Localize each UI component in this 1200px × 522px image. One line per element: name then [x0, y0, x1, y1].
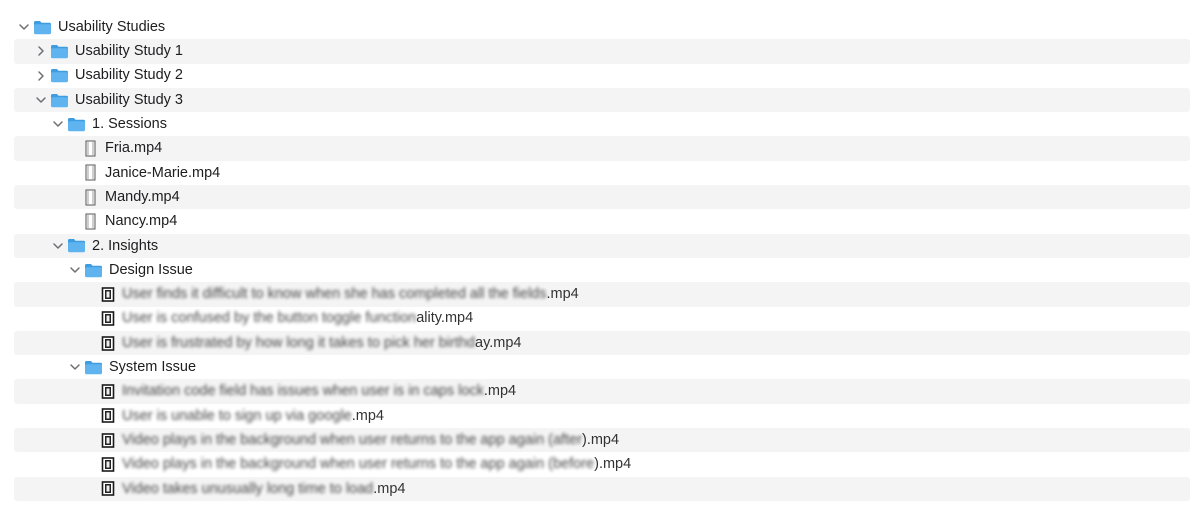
folder-label: System Issue: [109, 359, 197, 376]
file-label: Video plays in the background when user …: [122, 433, 619, 448]
redacted-filename-text: User is confused by the button toggle fu…: [122, 310, 417, 327]
file-label: Invitation code field has issues when us…: [122, 384, 516, 399]
folder-label: Usability Studies: [58, 18, 166, 35]
file-row[interactable]: Janice-Marie.mp4: [14, 161, 1190, 185]
folder-row[interactable]: Usability Study 1: [14, 39, 1190, 64]
file-row[interactable]: Fria.mp4: [14, 136, 1190, 161]
chevron-down-icon[interactable]: [67, 262, 83, 278]
chevron-down-icon[interactable]: [50, 238, 66, 254]
folder-label: Design Issue: [109, 261, 193, 278]
folder-icon: [67, 117, 86, 132]
video-thumbnail-icon: [101, 383, 115, 400]
file-tree: Usability Studies Usability Study 1 Usabil…: [14, 15, 1190, 501]
redacted-filename-text: Video plays in the background when user …: [122, 431, 582, 448]
chevron-down-icon[interactable]: [67, 359, 83, 375]
video-thumbnail-icon: [101, 456, 115, 473]
folder-icon: [67, 238, 86, 253]
redacted-filename-text: Video plays in the background when user …: [122, 456, 595, 473]
folder-icon: [33, 20, 52, 35]
folder-row[interactable]: 2. Insights: [14, 233, 1190, 258]
folder-row[interactable]: Design Issue: [14, 258, 1190, 282]
video-file-icon: [84, 213, 98, 230]
file-row[interactable]: Nancy.mp4: [14, 209, 1190, 233]
video-thumbnail-icon: [101, 310, 115, 327]
folder-label: 2. Insights: [92, 237, 159, 254]
chevron-down-icon[interactable]: [50, 116, 66, 132]
video-file-icon: [84, 164, 98, 181]
chevron-right-icon[interactable]: [33, 43, 49, 59]
file-row[interactable]: User finds it difficult to know when she…: [14, 282, 1190, 307]
file-label: User is unable to sign up via google.mp4: [122, 407, 384, 424]
redacted-filename-text: User is frustrated by how long it takes …: [122, 334, 475, 351]
redacted-filename-text: User finds it difficult to know when she…: [122, 286, 547, 303]
video-file-icon: [84, 189, 98, 206]
video-thumbnail-icon: [101, 286, 115, 303]
file-label: Fria.mp4: [105, 140, 163, 157]
redacted-filename-text: Video takes unusually long time to load: [122, 480, 374, 497]
folder-label: Usability Study 3: [75, 91, 183, 108]
file-row[interactable]: Video takes unusually long time to load.…: [14, 476, 1190, 501]
filename-extension-text: .mp4: [351, 407, 384, 424]
folder-icon: [84, 360, 103, 375]
folder-icon: [50, 68, 69, 83]
folder-row[interactable]: Usability Studies: [14, 15, 1190, 39]
folder-row[interactable]: Usability Study 3: [14, 87, 1190, 113]
file-row[interactable]: User is confused by the button toggle fu…: [14, 307, 1190, 331]
folder-icon: [50, 93, 69, 108]
file-label: User finds it difficult to know when she…: [122, 287, 579, 302]
folder-row[interactable]: System Issue: [14, 355, 1190, 379]
file-label: Janice-Marie.mp4: [105, 164, 221, 181]
filename-extension-text: .mp4: [373, 480, 406, 497]
file-row[interactable]: Video plays in the background when user …: [14, 452, 1190, 476]
chevron-down-icon[interactable]: [16, 19, 32, 35]
filename-extension-text: ality.mp4: [416, 310, 474, 327]
file-row[interactable]: User is frustrated by how long it takes …: [14, 330, 1190, 356]
folder-row[interactable]: 1. Sessions: [14, 112, 1190, 136]
video-thumbnail-icon: [101, 480, 115, 497]
file-label: Nancy.mp4: [105, 213, 178, 230]
file-label: Mandy.mp4: [105, 188, 180, 205]
video-thumbnail-icon: [101, 432, 115, 449]
video-thumbnail-icon: [101, 407, 115, 424]
video-file-icon: [84, 140, 98, 157]
chevron-right-icon[interactable]: [33, 68, 49, 84]
redacted-filename-text: Invitation code field has issues when us…: [122, 383, 484, 400]
folder-icon: [84, 263, 103, 278]
filename-extension-text: ).mp4: [594, 456, 632, 473]
filename-extension-text: .mp4: [483, 383, 517, 400]
filename-extension-text: ).mp4: [582, 431, 620, 448]
folder-label: Usability Study 2: [75, 67, 183, 84]
folder-label: 1. Sessions: [92, 116, 167, 133]
folder-row[interactable]: Usability Study 2: [14, 64, 1190, 88]
folder-icon: [50, 44, 69, 59]
file-row[interactable]: User is unable to sign up via google.mp4: [14, 404, 1190, 428]
folder-label: Usability Study 1: [75, 43, 183, 60]
file-label: User is frustrated by how long it takes …: [122, 336, 521, 351]
chevron-down-icon[interactable]: [33, 92, 49, 108]
file-row[interactable]: Invitation code field has issues when us…: [14, 379, 1190, 404]
file-label: Video plays in the background when user …: [122, 457, 631, 472]
filename-extension-text: .mp4: [546, 286, 579, 303]
filename-extension-text: ay.mp4: [475, 334, 522, 351]
file-row[interactable]: Mandy.mp4: [14, 185, 1190, 210]
file-row[interactable]: Video plays in the background when user …: [14, 428, 1190, 453]
file-label: Video takes unusually long time to load.…: [122, 480, 406, 497]
redacted-filename-text: User is unable to sign up via google: [122, 407, 352, 424]
video-thumbnail-icon: [101, 335, 115, 352]
file-label: User is confused by the button toggle fu…: [122, 311, 473, 326]
